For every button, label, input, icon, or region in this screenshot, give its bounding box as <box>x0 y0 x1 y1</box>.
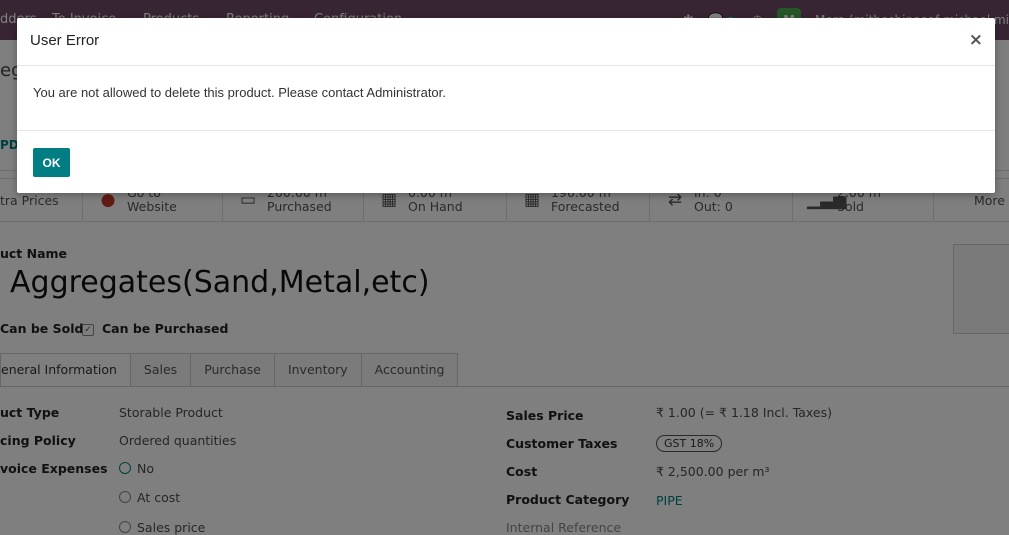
dialog-message: You are not allowed to delete this produ… <box>33 85 446 100</box>
dialog-title: User Error <box>30 32 100 49</box>
dialog-footer: OK <box>17 130 995 194</box>
close-icon[interactable]: × <box>969 30 983 50</box>
dialog-header: User Error × <box>17 18 995 66</box>
ok-button[interactable]: OK <box>33 148 70 177</box>
user-error-dialog: User Error × You are not allowed to dele… <box>17 18 995 193</box>
